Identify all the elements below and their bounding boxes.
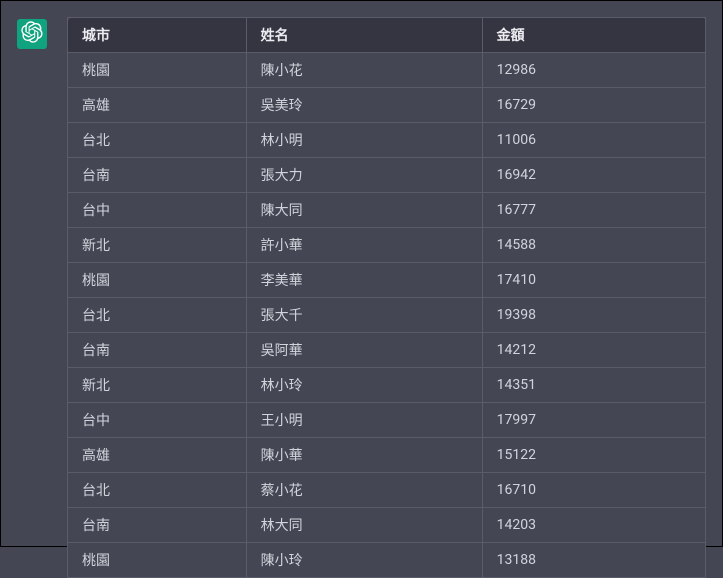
cell-amount: 16777: [482, 193, 705, 228]
table-wrapper: 城市 姓名 金額 桃園陳小花12986高雄吳美玲16729台北林小明11006台…: [67, 17, 706, 578]
cell-amount: 19398: [482, 298, 705, 333]
cell-city: 台南: [68, 333, 247, 368]
cell-name: 陳大同: [246, 193, 482, 228]
cell-amount: 16942: [482, 158, 705, 193]
cell-name: 陳小花: [246, 53, 482, 88]
cell-name: 林大同: [246, 508, 482, 543]
cell-city: 台北: [68, 473, 247, 508]
cell-name: 吳阿華: [246, 333, 482, 368]
cell-name: 張大力: [246, 158, 482, 193]
header-name: 姓名: [246, 18, 482, 53]
cell-amount: 11006: [482, 123, 705, 158]
table-row: 台南吳阿華14212: [68, 333, 706, 368]
table-row: 台北林小明11006: [68, 123, 706, 158]
table-row: 台中陳大同16777: [68, 193, 706, 228]
cell-name: 陳小華: [246, 438, 482, 473]
cell-amount: 14212: [482, 333, 705, 368]
table-row: 新北許小華14588: [68, 228, 706, 263]
cell-name: 許小華: [246, 228, 482, 263]
cell-city: 桃園: [68, 543, 247, 578]
cell-amount: 14588: [482, 228, 705, 263]
table-row: 桃園陳小玲13188: [68, 543, 706, 578]
cell-amount: 16729: [482, 88, 705, 123]
cell-name: 蔡小花: [246, 473, 482, 508]
cell-name: 林小明: [246, 123, 482, 158]
cell-amount: 16710: [482, 473, 705, 508]
assistant-avatar: [17, 19, 47, 49]
cell-city: 高雄: [68, 438, 247, 473]
cell-city: 台南: [68, 508, 247, 543]
cell-name: 張大千: [246, 298, 482, 333]
table-row: 高雄陳小華15122: [68, 438, 706, 473]
table-row: 桃園李美華17410: [68, 263, 706, 298]
table-row: 台中王小明17997: [68, 403, 706, 438]
cell-amount: 15122: [482, 438, 705, 473]
table-header-row: 城市 姓名 金額: [68, 18, 706, 53]
cell-city: 台北: [68, 123, 247, 158]
cell-city: 新北: [68, 228, 247, 263]
cell-amount: 17997: [482, 403, 705, 438]
table-row: 台北張大千19398: [68, 298, 706, 333]
cell-city: 高雄: [68, 88, 247, 123]
cell-amount: 12986: [482, 53, 705, 88]
cell-amount: 17410: [482, 263, 705, 298]
table-row: 桃園陳小花12986: [68, 53, 706, 88]
cell-city: 新北: [68, 368, 247, 403]
cell-name: 吳美玲: [246, 88, 482, 123]
cell-city: 台南: [68, 158, 247, 193]
cell-name: 李美華: [246, 263, 482, 298]
cell-amount: 14351: [482, 368, 705, 403]
header-amount: 金額: [482, 18, 705, 53]
table-row: 台南張大力16942: [68, 158, 706, 193]
data-table: 城市 姓名 金額 桃園陳小花12986高雄吳美玲16729台北林小明11006台…: [67, 17, 706, 578]
table-row: 新北林小玲14351: [68, 368, 706, 403]
table-row: 台北蔡小花16710: [68, 473, 706, 508]
cell-city: 台中: [68, 403, 247, 438]
cell-amount: 13188: [482, 543, 705, 578]
header-city: 城市: [68, 18, 247, 53]
cell-name: 王小明: [246, 403, 482, 438]
cell-amount: 14203: [482, 508, 705, 543]
message-container: 城市 姓名 金額 桃園陳小花12986高雄吳美玲16729台北林小明11006台…: [17, 17, 706, 578]
cell-city: 台中: [68, 193, 247, 228]
table-row: 高雄吳美玲16729: [68, 88, 706, 123]
cell-name: 陳小玲: [246, 543, 482, 578]
cell-city: 桃園: [68, 263, 247, 298]
table-row: 台南林大同14203: [68, 508, 706, 543]
openai-logo-icon: [21, 21, 43, 47]
cell-city: 台北: [68, 298, 247, 333]
cell-name: 林小玲: [246, 368, 482, 403]
cell-city: 桃園: [68, 53, 247, 88]
